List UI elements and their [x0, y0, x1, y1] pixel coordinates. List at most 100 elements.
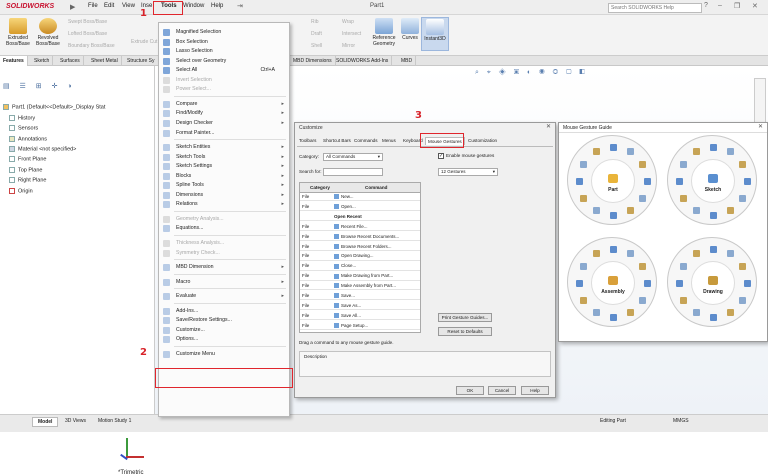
wrap-button[interactable]: Wrap: [342, 19, 354, 25]
pin-icon[interactable]: ⇥: [237, 2, 243, 10]
gesture-command-icon[interactable]: [709, 211, 717, 219]
tab-shortcut-bars[interactable]: Shortcut Bars: [321, 137, 353, 144]
gesture-command-icon[interactable]: [692, 206, 700, 214]
gesture-command-icon[interactable]: [609, 143, 617, 151]
gesture-command-icon[interactable]: [575, 177, 583, 185]
extruded-cut-button[interactable]: Extrude Cut: [131, 39, 157, 45]
table-row[interactable]: File Open...: [300, 203, 420, 212]
gesture-command-icon[interactable]: [626, 206, 634, 214]
tools-menu-item-relations[interactable]: Relations ▸: [159, 199, 289, 210]
table-row[interactable]: File Close...: [300, 262, 420, 271]
tree-sensors[interactable]: Sensors: [9, 125, 38, 131]
tab-addins[interactable]: SOLIDWORKS Add-Ins: [333, 56, 393, 66]
gestures-count-select[interactable]: 12 Gestures ▾: [438, 168, 498, 176]
gesture-command-icon[interactable]: [626, 308, 634, 316]
extruded-boss-button[interactable]: Extruded Boss/Base: [3, 18, 33, 47]
gesture-command-icon[interactable]: [580, 296, 588, 304]
gesture-command-icon[interactable]: [726, 206, 734, 214]
gesture-command-icon[interactable]: [609, 245, 617, 253]
gesture-command-icon[interactable]: [680, 296, 688, 304]
gesture-command-icon[interactable]: [609, 313, 617, 321]
dialog-close-icon[interactable]: ✕: [546, 123, 551, 130]
gesture-command-icon[interactable]: [692, 308, 700, 316]
tools-menu-item-customize-menu[interactable]: Customize Menu: [159, 349, 289, 360]
draft-button[interactable]: Draft: [311, 31, 322, 37]
gesture-command-icon[interactable]: [626, 148, 634, 156]
gesture-command-icon[interactable]: [592, 148, 600, 156]
gesture-command-icon[interactable]: [738, 262, 746, 270]
boundary-boss-button[interactable]: Boundary Boss/Base: [68, 43, 115, 49]
gesture-command-icon[interactable]: [626, 250, 634, 258]
tab-commands[interactable]: Commands: [352, 137, 380, 144]
gesture-command-icon[interactable]: [726, 250, 734, 258]
tree-front-plane[interactable]: Front Plane: [9, 156, 46, 162]
ok-button[interactable]: OK: [456, 386, 484, 395]
gesture-command-icon[interactable]: [580, 194, 588, 202]
table-row[interactable]: File Make Drawing from Part...: [300, 272, 420, 281]
gesture-command-icon[interactable]: [743, 279, 751, 287]
status-units[interactable]: MMGS: [668, 417, 694, 425]
gesture-command-icon[interactable]: [592, 206, 600, 214]
gesture-command-icon[interactable]: [738, 160, 746, 168]
tools-menu-item-equations[interactable]: Equations...: [159, 223, 289, 234]
tree-annotations[interactable]: Annotations: [9, 136, 47, 142]
gesture-command-icon[interactable]: [709, 245, 717, 253]
expand-arrow-icon[interactable]: ▶: [70, 3, 75, 11]
gesture-command-icon[interactable]: [680, 262, 688, 270]
lofted-boss-button[interactable]: Lofted Boss/Base: [68, 31, 107, 37]
tab-mbd-dimensions[interactable]: MBD Dimensions: [290, 56, 336, 66]
table-group-row[interactable]: Open Recent: [300, 213, 420, 222]
tab-model[interactable]: Model: [32, 417, 59, 427]
table-row[interactable]: File Browse Recent Documents...: [300, 233, 420, 241]
curves-button[interactable]: Curves: [399, 18, 421, 41]
gesture-command-icon[interactable]: [709, 313, 717, 321]
print-gesture-guides-button[interactable]: Print Gesture Guides...: [438, 313, 492, 322]
search-for-input[interactable]: [323, 168, 383, 176]
gesture-command-icon[interactable]: [726, 308, 734, 316]
tab-3d-views[interactable]: 3D Views: [60, 417, 91, 425]
tab-surfaces[interactable]: Surfaces: [57, 56, 84, 66]
tab-motion-study[interactable]: Motion Study 1: [93, 417, 136, 425]
gesture-command-icon[interactable]: [638, 296, 646, 304]
tab-mbd[interactable]: MBD: [398, 56, 417, 66]
tools-menu-item-format-painter[interactable]: Format Painter...: [159, 128, 289, 139]
help-icon[interactable]: ?: [704, 2, 708, 9]
gesture-command-icon[interactable]: [638, 194, 646, 202]
tab-features[interactable]: Features: [0, 56, 28, 66]
table-row[interactable]: File Browse Recent Folders...: [300, 243, 420, 251]
reference-geometry-button[interactable]: Reference Geometry: [369, 18, 399, 47]
gesture-command-icon[interactable]: [738, 296, 746, 304]
menu-window[interactable]: Window: [183, 3, 204, 9]
tab-menus[interactable]: Menus: [380, 137, 398, 144]
gesture-command-icon[interactable]: [575, 279, 583, 287]
gesture-command-icon[interactable]: [643, 279, 651, 287]
search-help-input[interactable]: [608, 3, 702, 13]
menu-view[interactable]: View: [122, 3, 135, 9]
gesture-command-icon[interactable]: [709, 143, 717, 151]
gesture-command-icon[interactable]: [592, 250, 600, 258]
instant3d-button[interactable]: Instant3D: [421, 17, 449, 51]
tab-sketch[interactable]: Sketch: [31, 56, 54, 66]
revolved-boss-button[interactable]: Revolved Boss/Base: [33, 18, 63, 47]
tools-menu-item-options[interactable]: Options...: [159, 334, 289, 345]
table-row[interactable]: File New...: [300, 193, 420, 202]
gesture-command-icon[interactable]: [609, 211, 617, 219]
rib-button[interactable]: Rib: [311, 19, 319, 25]
restore-icon[interactable]: ❐: [734, 2, 740, 10]
tab-structure-system[interactable]: Structure Sy: [124, 56, 159, 66]
gesture-command-icon[interactable]: [680, 194, 688, 202]
close-icon[interactable]: ✕: [752, 2, 758, 10]
table-row[interactable]: File Save As...: [300, 302, 420, 311]
menu-edit[interactable]: Edit: [104, 3, 114, 9]
tools-menu-item-macro[interactable]: Macro ▸: [159, 277, 289, 288]
menu-help[interactable]: Help: [211, 3, 223, 9]
gesture-command-icon[interactable]: [638, 262, 646, 270]
table-row[interactable]: File Save All...: [300, 312, 420, 321]
swept-boss-button[interactable]: Swept Boss/Base: [68, 19, 107, 25]
gesture-command-icon[interactable]: [680, 160, 688, 168]
gesture-command-icon[interactable]: [738, 194, 746, 202]
gesture-command-icon[interactable]: [580, 262, 588, 270]
table-row[interactable]: File Make Assembly from Part...: [300, 282, 420, 291]
intersect-button[interactable]: Intersect: [342, 31, 361, 37]
menu-file[interactable]: File: [88, 3, 98, 9]
